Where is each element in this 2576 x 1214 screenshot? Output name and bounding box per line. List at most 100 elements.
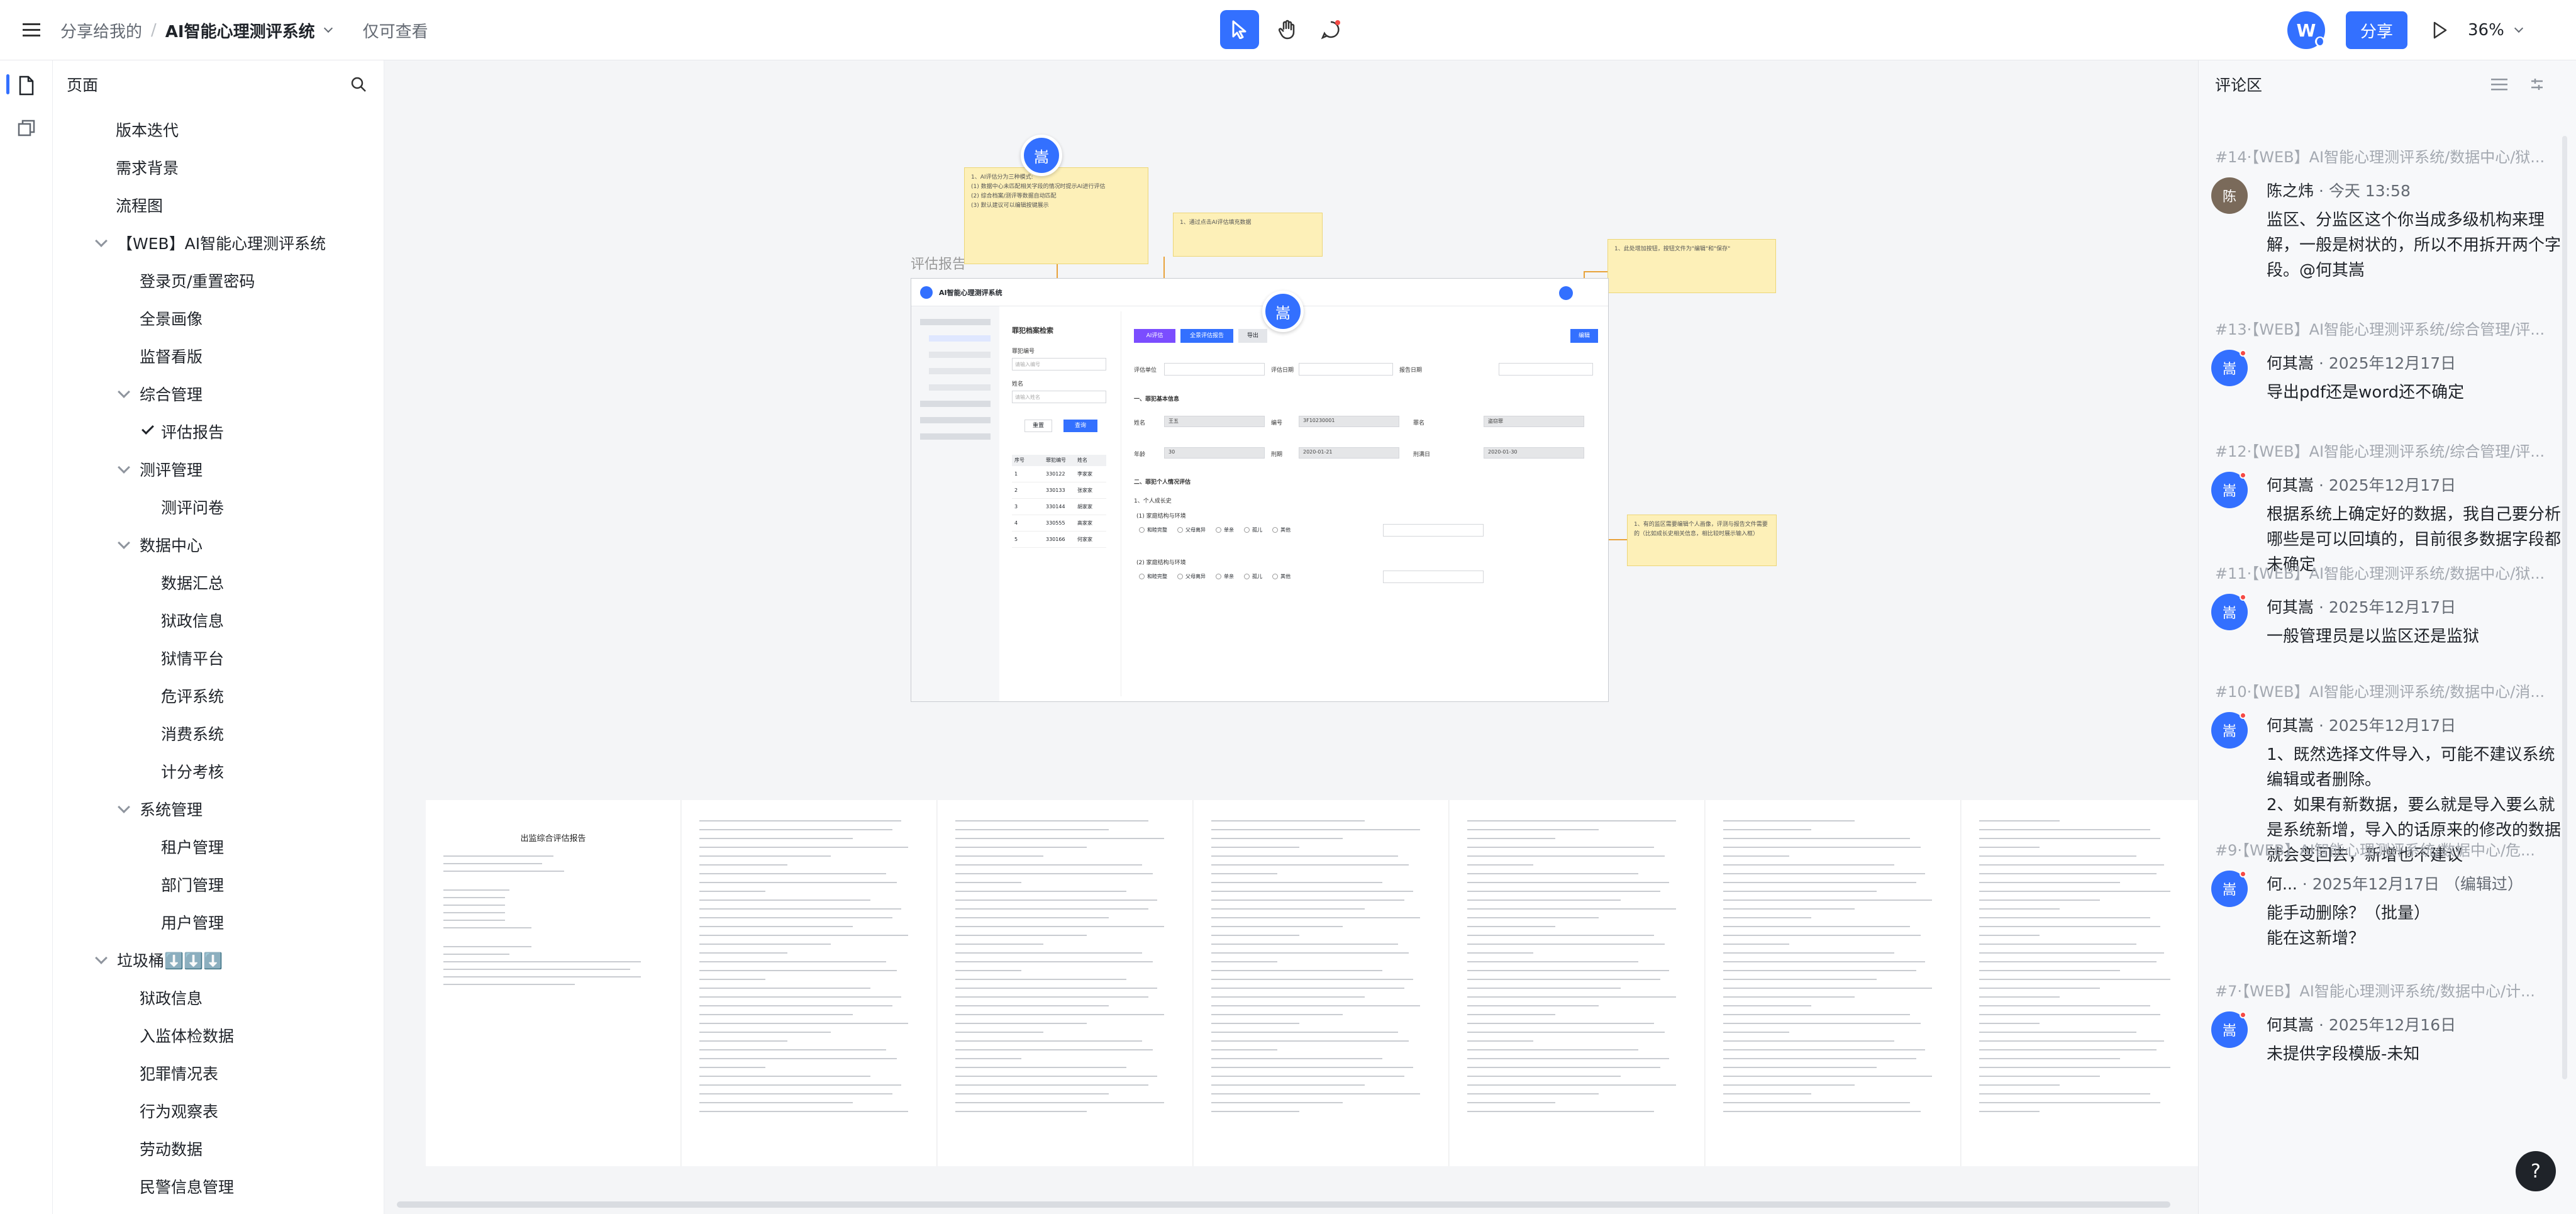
radio-option[interactable]: 父母离异 [1177, 526, 1206, 533]
table-row[interactable]: 4 330555 高家家 [1012, 515, 1106, 532]
sidebar-item[interactable]: 用户管理 [161, 910, 224, 935]
document-title[interactable]: AI智能心理测评系统 [165, 19, 315, 42]
doc-page-6[interactable] [1706, 800, 1961, 1166]
sidebar-item[interactable]: 版本迭代 [116, 117, 179, 142]
table-row[interactable]: 1 330122 李家家 [1012, 466, 1106, 482]
title-dropdown-icon[interactable] [323, 23, 333, 33]
zoom-control[interactable]: 36% [2468, 18, 2523, 43]
filter-input-name[interactable]: 请输入姓名 [1012, 391, 1106, 403]
sidebar-item[interactable]: 计分考核 [161, 759, 224, 784]
sidebar-item[interactable]: 行为观察表 [140, 1098, 218, 1123]
sidebar-item[interactable]: 需求背景 [116, 155, 179, 180]
expand-caret-icon[interactable] [95, 235, 108, 247]
export-button[interactable]: 导出 [1238, 329, 1267, 343]
sidebar-item[interactable]: 狱政信息 [161, 608, 224, 633]
edit-button[interactable]: 编辑 [1570, 329, 1598, 343]
comment-context[interactable]: #13·【WEB】AI智能心理测评系统/综合管理/评... [2215, 317, 2564, 339]
doc-page-2[interactable] [682, 800, 937, 1166]
sidebar-item[interactable]: 犯罪情况表 [140, 1061, 218, 1086]
sidebar-item[interactable]: 消费系统 [161, 721, 224, 746]
radio-option[interactable]: 孤儿 [1244, 526, 1262, 533]
comment-avatar[interactable]: 陈 [2211, 177, 2248, 214]
radio-option[interactable]: 和睦完整 [1139, 526, 1167, 533]
sidebar-item[interactable]: 测评问卷 [161, 494, 224, 520]
comment-tool-button[interactable] [1311, 10, 1350, 49]
sidebar-item[interactable]: 登录页/重置密码 [140, 268, 255, 293]
comment-context[interactable]: #11·【WEB】AI智能心理测评系统/数据中心/狱... [2215, 561, 2564, 583]
radio-option[interactable]: 其他 [1272, 573, 1291, 580]
table-row[interactable]: 3 330144 胡家家 [1012, 499, 1106, 515]
comment-avatar[interactable]: 嵩 [2211, 594, 2248, 630]
expand-caret-icon[interactable] [95, 952, 108, 964]
doc-page-4[interactable] [1194, 800, 1449, 1166]
pages-tab-icon[interactable] [14, 73, 39, 98]
sidebar-item[interactable]: 数据中心 [140, 532, 203, 557]
sidebar-item[interactable]: 入监体检数据 [140, 1023, 234, 1048]
sidebar-item[interactable]: 数据汇总 [161, 570, 224, 595]
sidebar-item[interactable]: 劳动数据 [140, 1136, 203, 1161]
sidebar-item[interactable]: 危评系统 [161, 683, 224, 708]
comment-avatar[interactable]: 嵩 [2211, 871, 2248, 907]
present-button[interactable] [2426, 16, 2454, 44]
table-row[interactable]: 2 330133 张家家 [1012, 482, 1106, 499]
sidebar-item[interactable]: 狱政信息 [140, 985, 203, 1010]
help-button[interactable]: ? [2516, 1151, 2556, 1191]
ai-assess-button[interactable]: AI评估 [1134, 329, 1175, 343]
radio-option[interactable]: 和睦完整 [1139, 573, 1167, 580]
filter-input-code[interactable]: 请输入编号 [1012, 358, 1106, 370]
sidebar-item[interactable]: 【WEB】AI智能心理测评系统 [117, 230, 326, 255]
radio-option[interactable]: 单亲 [1216, 526, 1234, 533]
comment-context[interactable]: #7·【WEB】AI智能心理测评系统/数据中心/计... [2215, 979, 2564, 1001]
table-row[interactable]: 5 330166 何家家 [1012, 532, 1106, 548]
sidebar-item[interactable]: 垃圾桶⬇️⬇️⬇️ [117, 947, 223, 972]
expand-caret-icon[interactable] [118, 537, 130, 549]
sidebar-item[interactable]: 流程图 [116, 192, 163, 218]
doc-page-1[interactable]: 出监综合评估报告 [426, 800, 681, 1166]
sidebar-item[interactable]: 民警信息管理 [140, 1174, 234, 1199]
collapse-panel-icon[interactable] [2526, 73, 2548, 96]
comment-context[interactable]: #10·【WEB】AI智能心理测评系统/数据中心/消... [2215, 679, 2564, 701]
search-icon[interactable] [347, 73, 370, 96]
sidebar-item[interactable]: 狱情平台 [161, 645, 224, 671]
expand-caret-icon[interactable] [118, 801, 130, 813]
doc-page-5[interactable] [1450, 800, 1705, 1166]
layers-tab-icon[interactable] [14, 116, 39, 141]
zoom-dropdown-icon[interactable] [2514, 23, 2523, 33]
sidebar-item[interactable]: 系统管理 [140, 796, 203, 821]
other-input-1[interactable] [1383, 524, 1484, 537]
radio-option[interactable]: 其他 [1272, 526, 1291, 533]
menu-icon[interactable] [20, 19, 43, 42]
reset-button[interactable]: 重置 [1024, 420, 1052, 432]
comment-avatar[interactable]: 嵩 [2211, 472, 2248, 508]
comment-context[interactable]: #9·【WEB】AI智能心理测评系统/数据中心/危... [2215, 838, 2564, 860]
comment-avatar[interactable]: 嵩 [2211, 712, 2248, 749]
comment-avatar[interactable]: 嵩 [2211, 1011, 2248, 1048]
canvas-scrollbar[interactable] [397, 1201, 2170, 1208]
share-button[interactable]: 分享 [2346, 11, 2407, 49]
full-report-button[interactable]: 全景评估报告 [1180, 329, 1233, 343]
query-button[interactable]: 查询 [1063, 420, 1097, 432]
comments-scrollbar[interactable] [2562, 136, 2567, 1079]
doc-page-3[interactable] [938, 800, 1193, 1166]
sidebar-item[interactable]: 综合管理 [140, 381, 203, 406]
design-canvas[interactable]: 评估报告 1、AI评估分为三种模式: (1) 数据中心未匹配相关字段的情况时提示… [384, 60, 2198, 1214]
other-input-2[interactable] [1383, 571, 1484, 583]
radio-option[interactable]: 父母离异 [1177, 573, 1206, 580]
assess-date-input[interactable] [1299, 363, 1393, 376]
hand-tool-button[interactable] [1269, 10, 1307, 49]
sidebar-item[interactable]: 评估报告 [161, 419, 224, 444]
expand-caret-icon[interactable] [118, 386, 130, 398]
select-tool-button[interactable] [1220, 10, 1259, 49]
sidebar-item[interactable]: 部门管理 [161, 872, 224, 897]
radio-option[interactable]: 单亲 [1216, 573, 1234, 580]
radio-option[interactable]: 孤儿 [1244, 573, 1262, 580]
comment-pin-1[interactable]: 嵩 [1021, 135, 1062, 176]
comment-context[interactable]: #12·【WEB】AI智能心理测评系统/综合管理/评... [2215, 439, 2564, 461]
breadcrumb-parent[interactable]: 分享给我的 [60, 19, 142, 42]
sidebar-item[interactable]: 测评管理 [140, 457, 203, 482]
comment-pin-2[interactable]: 嵩 [1262, 291, 1304, 332]
filter-list-icon[interactable] [2488, 73, 2511, 96]
doc-page-7[interactable] [1962, 800, 2198, 1166]
sidebar-item[interactable]: 全景画像 [140, 306, 203, 331]
assess-unit-input[interactable] [1164, 363, 1265, 376]
